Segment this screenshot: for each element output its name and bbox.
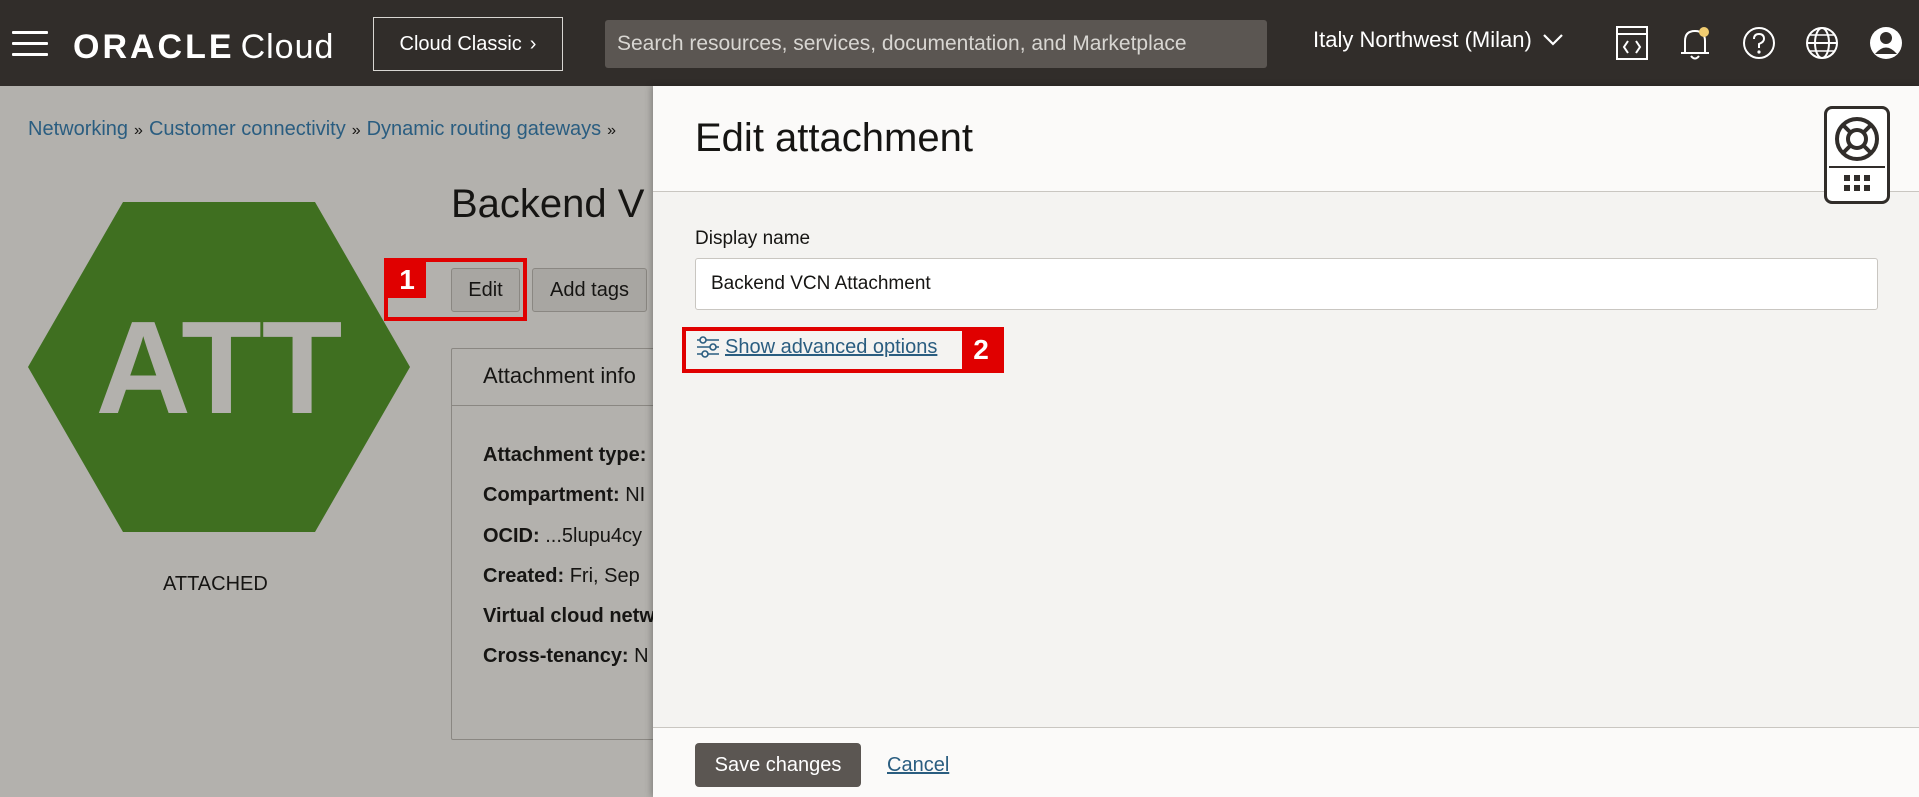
globe-icon[interactable] <box>1802 23 1842 63</box>
code-editor-icon[interactable] <box>1612 23 1652 63</box>
lifecycle-state-label: ATTACHED <box>163 573 268 595</box>
region-selector[interactable]: Italy Northwest (Milan) <box>1313 27 1564 53</box>
info-attachment-type: Attachment type: <box>483 444 647 466</box>
breadcrumb-dynamic-routing-gateways[interactable]: Dynamic routing gateways <box>367 118 602 140</box>
breadcrumb-networking[interactable]: Networking <box>28 118 128 140</box>
chevron-right-icon: › <box>529 32 537 55</box>
add-tags-button[interactable]: Add tags <box>532 268 647 312</box>
top-navigation-bar: ORACLE Cloud Cloud Classic › Search resou… <box>0 0 1919 86</box>
chevron-down-icon <box>1543 34 1563 46</box>
user-profile-icon[interactable] <box>1866 23 1906 63</box>
help-support-widget[interactable] <box>1824 106 1890 204</box>
info-cross-tenancy: Cross-tenancy: N <box>483 645 649 667</box>
bell-icon[interactable] <box>1675 23 1715 63</box>
breadcrumb: Networking» Customer connectivity» Dynamic… <box>28 118 617 140</box>
callout-number-1: 1 <box>388 262 426 298</box>
info-compartment: Compartment: NI <box>483 484 646 506</box>
save-changes-button[interactable]: Save changes <box>695 743 861 787</box>
display-name-field[interactable]: Backend VCN Attachment <box>695 258 1878 310</box>
edit-attachment-panel: Edit attachment Display name Backend VCN… <box>653 86 1919 797</box>
help-icon[interactable] <box>1739 23 1779 63</box>
info-virtual-cloud-network: Virtual cloud netw <box>483 605 655 627</box>
info-ocid: OCID: ...5lupu4cy <box>483 525 642 547</box>
tab-attachment-info[interactable]: Attachment info <box>483 363 636 389</box>
oracle-cloud-logo[interactable]: ORACLE Cloud <box>73 28 334 67</box>
callout-number-2: 2 <box>962 331 1000 369</box>
page-title: Backend V <box>451 182 645 226</box>
cancel-link[interactable]: Cancel <box>887 754 949 777</box>
display-name-label: Display name <box>695 228 811 249</box>
attachment-resource-icon: ATT <box>28 202 410 532</box>
breadcrumb-customer-connectivity[interactable]: Customer connectivity <box>149 118 346 140</box>
info-created: Created: Fri, Sep <box>483 565 640 587</box>
search-input[interactable]: Search resources, services, documentatio… <box>605 20 1267 68</box>
callout-highlight-advanced-options <box>682 327 1004 373</box>
menu-icon[interactable] <box>12 31 48 57</box>
lifebuoy-icon <box>1829 117 1885 191</box>
panel-title: Edit attachment <box>695 116 973 160</box>
cloud-classic-button[interactable]: Cloud Classic › <box>373 17 563 71</box>
